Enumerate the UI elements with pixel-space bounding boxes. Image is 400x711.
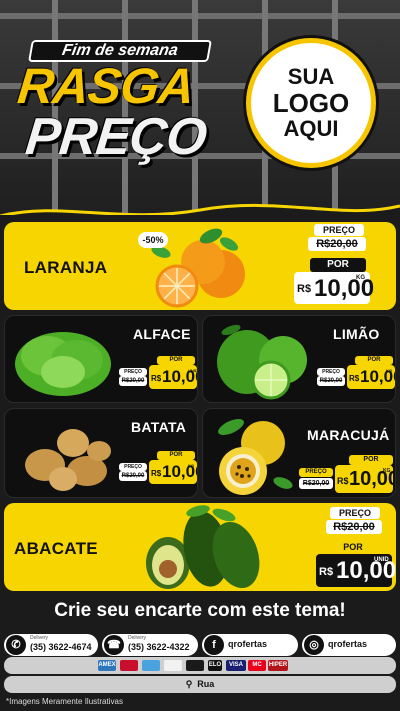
logo-text-1: SUA [287, 64, 335, 89]
payment-card: AMEX [98, 660, 116, 671]
facebook-handle: qrofertas [228, 639, 268, 649]
por-label: POR [312, 541, 394, 553]
whatsapp-icon: ✆ [6, 635, 26, 655]
price-unit: KG [386, 368, 392, 373]
passion-fruit-image [218, 418, 293, 495]
price-label: PREÇO [317, 368, 345, 376]
price-label: PREÇO [299, 468, 333, 477]
new-price: R$ 10,00 KG [335, 465, 395, 493]
logo-text-3: AQUI [283, 116, 339, 141]
price-unit: KG [188, 463, 194, 468]
payment-card: HIPER [268, 660, 288, 671]
price-label: PREÇO [314, 224, 364, 236]
potato-image [25, 429, 111, 491]
por-label: POR [349, 455, 393, 465]
address-text: Rua [197, 679, 215, 689]
product-card-limao: LIMÃO POR R$ 10,00 KG PREÇO R$20,00 [202, 315, 396, 403]
whatsapp-contact[interactable]: ✆ Delivery (35) 3622-4674 [4, 634, 98, 656]
price-tag: POR R$ 10,00 KG PREÇO R$20,00 [299, 455, 395, 495]
disclaimer: *Imagens Meramente Ilustrativas [6, 697, 123, 706]
currency: R$ [151, 469, 162, 478]
address-bar[interactable]: ⚲ Rua [4, 676, 396, 693]
por-label: POR [310, 258, 366, 272]
price-tag: POR R$ 10,00 UNID PREÇO R$20,00 [119, 356, 197, 400]
product-name: LARANJA [24, 258, 108, 277]
por-label: POR [157, 356, 195, 365]
price-tag: POR R$ 10,00 KG PREÇO R$20,00 [317, 356, 395, 400]
price-unit: KG [383, 468, 391, 474]
old-price: R$20,00 [326, 520, 382, 534]
product-card-alface: ALFACE POR R$ 10,00 UNID PREÇO R$20,00 [4, 315, 198, 403]
instagram-handle: qrofertas [328, 639, 368, 649]
product-card-laranja: LARANJA PREÇO R$20,00 POR R$ 10,00 KG [4, 222, 396, 310]
discount-badge: -50% [138, 232, 168, 248]
payment-card [186, 660, 204, 671]
por-label: POR [355, 356, 393, 365]
lime-image [217, 324, 307, 400]
old-price: R$20,00 [119, 376, 147, 386]
payment-card [120, 660, 138, 671]
price-label: PREÇO [119, 463, 147, 471]
title-line2: PREÇO [22, 108, 209, 166]
payment-card: VISA [226, 660, 246, 671]
price-label: PREÇO [330, 507, 380, 519]
product-card-batata: BATATA POR R$ 10,00 KG PREÇO R$20,00 [4, 408, 198, 498]
price-label: PREÇO [119, 368, 147, 376]
product-card-abacate: ABACATE PREÇO R$20,00 POR R$ 10,00 UNID [4, 503, 396, 591]
flyer-page: Fim de semana RASGA PREÇO SUA LOGO AQUI … [0, 0, 400, 711]
product-name: MARACUJÁ [307, 427, 390, 443]
price-unit: UNID [188, 368, 198, 373]
title-line1: RASGA [15, 58, 197, 114]
phone-contact[interactable]: ☎ Delivery (35) 3622-4322 [102, 634, 198, 656]
facebook-icon: f [204, 635, 224, 655]
contact-number: (35) 3622-4322 [128, 642, 190, 652]
price-value: 10,00 [314, 275, 375, 302]
product-name: ABACATE [14, 539, 98, 558]
logo-placeholder: SUA LOGO AQUI [246, 38, 376, 168]
product-card-maracuja: MARACUJÁ POR R$ 10,00 KG PREÇO R$20,00 [202, 408, 396, 498]
price-unit: KG [356, 275, 365, 281]
por-label: POR [157, 451, 195, 460]
instagram-icon: ◎ [304, 635, 324, 655]
logo-text-2: LOGO [272, 88, 350, 118]
avocado-image [146, 505, 260, 589]
contact-number: (35) 3622-4674 [30, 642, 92, 652]
price-tag: PREÇO R$20,00 POR R$ 10,00 KG [290, 224, 374, 308]
currency: R$ [337, 476, 349, 486]
payment-card [164, 660, 182, 671]
currency: R$ [349, 374, 360, 383]
contact-label: Delivery [128, 635, 147, 641]
currency: R$ [319, 566, 334, 578]
location-pin-icon: ⚲ [185, 679, 193, 689]
payment-card: MC [248, 660, 266, 671]
old-price: R$20,00 [317, 376, 345, 386]
cta-banner[interactable]: Crie seu encarte com este tema! [0, 600, 400, 622]
currency: R$ [297, 283, 312, 295]
product-name: BATATA [131, 419, 187, 435]
price-tag: PREÇO R$20,00 POR R$ 10,00 UNID [312, 505, 396, 589]
payment-card [142, 660, 160, 671]
old-price: R$20,00 [308, 237, 366, 251]
contact-label: Delivery [30, 635, 49, 641]
price-unit: UNID [374, 557, 389, 563]
instagram-contact[interactable]: ◎ qrofertas [302, 634, 396, 656]
new-price: R$ 10,00 UNID [316, 554, 396, 587]
new-price: R$ 10,00 KG [149, 460, 197, 484]
currency: R$ [151, 374, 162, 383]
payment-card: ELO [208, 660, 222, 671]
new-price: R$ 10,00 KG [347, 365, 395, 389]
facebook-contact[interactable]: f qrofertas [202, 634, 298, 656]
old-price: R$20,00 [299, 478, 333, 489]
lettuce-image [15, 332, 111, 396]
contacts-bar: ✆ Delivery (35) 3622-4674 ☎ Delivery (35… [4, 634, 396, 656]
product-name: ALFACE [133, 326, 191, 342]
new-price: R$ 10,00 UNID [149, 365, 197, 389]
payment-methods-bar: AMEX ELO VISA MC HIPER [4, 657, 396, 674]
new-price: R$ 10,00 KG [294, 272, 374, 304]
old-price: R$20,00 [119, 471, 147, 481]
phone-icon: ☎ [104, 635, 124, 655]
product-name: LIMÃO [333, 326, 380, 342]
price-tag: POR R$ 10,00 KG PREÇO R$20,00 [119, 451, 197, 495]
